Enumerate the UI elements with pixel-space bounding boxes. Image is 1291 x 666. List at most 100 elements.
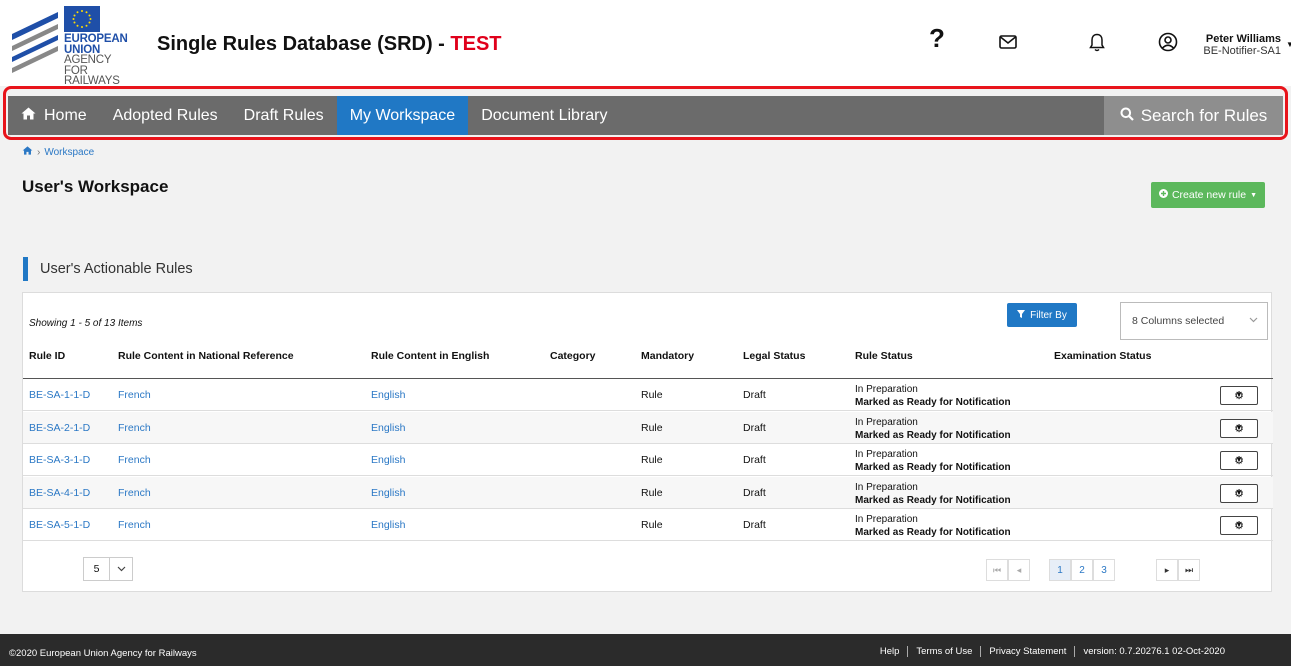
english-content-link[interactable]: English <box>371 487 405 499</box>
header-rule-id[interactable]: Rule ID <box>29 350 65 362</box>
page-size-value: 5 <box>84 558 110 580</box>
chevron-down-icon: ▼ <box>1235 457 1243 464</box>
header-mandatory[interactable]: Mandatory <box>641 350 694 362</box>
columns-select[interactable]: 8 Columns selected <box>1120 302 1268 340</box>
search-for-rules-button[interactable]: Search for Rules <box>1104 96 1283 135</box>
legal-status-cell: Draft <box>743 486 766 499</box>
national-reference-link[interactable]: French <box>118 519 151 531</box>
search-for-rules-label: Search for Rules <box>1140 105 1268 125</box>
row-actions-button[interactable]: ⚙ ▼ <box>1220 483 1258 503</box>
chevron-down-icon <box>1249 315 1258 325</box>
header-category[interactable]: Category <box>550 350 596 362</box>
create-new-rule-button[interactable]: Create new rule ▼ <box>1151 182 1265 208</box>
rule-id-link[interactable]: BE-SA-2-1-D <box>29 422 90 434</box>
logo-text: EUROPEAN UNION AGENCY FOR RAILWAYS <box>64 33 128 87</box>
table-row: BE-SA-1-1-D French English Rule Draft In Prep… <box>23 379 1273 411</box>
era-logo[interactable]: EUROPEAN UNION AGENCY FOR RAILWAYS <box>10 6 140 87</box>
header-legal-status[interactable]: Legal Status <box>743 350 805 362</box>
row-actions-button[interactable]: ⚙ ▼ <box>1220 386 1258 405</box>
last-page-icon[interactable]: ⏭ <box>1178 559 1200 581</box>
nav-home-label: Home <box>44 106 87 124</box>
national-reference-link[interactable]: French <box>118 389 151 401</box>
footer-privacy-link[interactable]: Privacy Statement <box>980 646 1074 657</box>
header-national-reference[interactable]: Rule Content in National Reference <box>118 350 294 362</box>
english-content-link[interactable]: English <box>371 389 405 401</box>
columns-selected-label: 8 Columns selected <box>1132 315 1225 327</box>
pager-first-prev: ⏮ ◂ <box>986 559 1030 581</box>
english-content-link[interactable]: English <box>371 519 405 531</box>
rule-status-secondary: Marked as Ready for Notification <box>855 397 1011 408</box>
page-footer: ©2020 European Union Agency for Railways… <box>0 634 1291 666</box>
table-row: BE-SA-2-1-D French English Rule Draft In Prep… <box>23 411 1273 444</box>
filter-by-button[interactable]: Filter By <box>1007 303 1077 327</box>
row-actions-button[interactable]: ⚙ ▼ <box>1220 516 1258 535</box>
header-rule-status[interactable]: Rule Status <box>855 350 913 362</box>
mail-icon[interactable] <box>996 30 1020 54</box>
rule-id-link[interactable]: BE-SA-5-1-D <box>29 519 90 531</box>
bell-icon[interactable] <box>1085 30 1109 54</box>
footer-terms-link[interactable]: Terms of Use <box>907 646 980 657</box>
header-examination-status[interactable]: Examination Status <box>1054 350 1151 362</box>
filter-by-label: Filter By <box>1030 309 1067 321</box>
rule-status-secondary: Marked as Ready for Notification <box>855 494 1011 506</box>
page-3-button[interactable]: 3 <box>1093 559 1115 581</box>
app-header: EUROPEAN UNION AGENCY FOR RAILWAYS Singl… <box>0 0 1291 87</box>
page-2-button[interactable]: 2 <box>1071 559 1093 581</box>
header-english[interactable]: Rule Content in English <box>371 350 489 362</box>
prev-page-icon[interactable]: ◂ <box>1008 559 1030 581</box>
user-icon[interactable] <box>1156 30 1180 54</box>
row-actions-button[interactable]: ⚙ ▼ <box>1220 451 1258 470</box>
nav-adopted-rules[interactable]: Adopted Rules <box>100 96 231 135</box>
national-reference-link[interactable]: French <box>118 454 151 466</box>
breadcrumb-home-icon[interactable] <box>22 146 33 158</box>
pager-next-last: ▸ ⏭ <box>1156 559 1200 581</box>
breadcrumb-separator-icon: › <box>37 146 41 158</box>
rule-status-primary: In Preparation <box>855 481 918 493</box>
table-row: BE-SA-3-1-D French English Rule Draft In Prep… <box>23 444 1273 476</box>
pager-numbers: 1 2 3 <box>1049 559 1115 581</box>
help-icon[interactable]: ? <box>925 23 949 53</box>
nav-home[interactable]: Home <box>8 96 100 135</box>
page-1-button[interactable]: 1 <box>1049 559 1071 581</box>
app-title: Single Rules Database (SRD) - TEST <box>157 33 502 56</box>
rule-status-secondary: Marked as Ready for Notification <box>855 429 1011 441</box>
national-reference-link[interactable]: French <box>118 422 151 434</box>
legal-status-cell: Draft <box>743 389 766 401</box>
rule-id-link[interactable]: BE-SA-4-1-D <box>29 487 90 499</box>
nav-document-library[interactable]: Document Library <box>468 96 620 135</box>
rule-id-link[interactable]: BE-SA-3-1-D <box>29 454 90 466</box>
chevron-down-icon: ▼ <box>1235 424 1243 432</box>
first-page-icon[interactable]: ⏮ <box>986 559 1008 581</box>
footer-help-link[interactable]: Help <box>872 646 908 657</box>
search-icon <box>1120 107 1134 124</box>
main-navigation: Home Adopted Rules Draft Rules My Worksp… <box>8 96 1283 135</box>
nav-my-workspace[interactable]: My Workspace <box>336 96 469 135</box>
nav-draft-rules[interactable]: Draft Rules <box>231 96 337 135</box>
rule-status-primary: In Preparation <box>855 416 918 428</box>
national-reference-link[interactable]: French <box>118 487 151 499</box>
mandatory-cell: Rule <box>641 519 663 531</box>
row-actions-button[interactable]: ⚙ ▼ <box>1220 418 1258 438</box>
environment-label: TEST <box>450 33 502 55</box>
home-icon <box>21 107 36 124</box>
chevron-down-icon: ▼ <box>1235 522 1243 529</box>
page-title: User's Workspace <box>22 177 169 196</box>
english-content-link[interactable]: English <box>371 422 405 434</box>
mandatory-cell: Rule <box>641 454 663 466</box>
app-title-main: Single Rules Database (SRD) - <box>157 33 451 55</box>
rule-status-secondary: Marked as Ready for Notification <box>855 462 1011 473</box>
english-content-link[interactable]: English <box>371 454 405 466</box>
user-name[interactable]: Peter Williams <box>1203 33 1281 45</box>
user-menu-caret-icon[interactable]: ▼ <box>1286 40 1291 49</box>
next-page-icon[interactable]: ▸ <box>1156 559 1178 581</box>
rule-status-primary: In Preparation <box>855 384 918 395</box>
chevron-down-icon: ▼ <box>1235 489 1243 497</box>
mandatory-cell: Rule <box>641 389 663 401</box>
eu-flag-icon <box>64 6 100 32</box>
footer-links: Help Terms of Use Privacy Statement vers… <box>872 646 1233 657</box>
mandatory-cell: Rule <box>641 421 663 434</box>
rule-id-link[interactable]: BE-SA-1-1-D <box>29 389 90 401</box>
breadcrumb-workspace[interactable]: Workspace <box>44 147 94 158</box>
page-size-select[interactable]: 5 <box>83 557 133 581</box>
items-count: Showing 1 - 5 of 13 Items <box>29 318 143 329</box>
